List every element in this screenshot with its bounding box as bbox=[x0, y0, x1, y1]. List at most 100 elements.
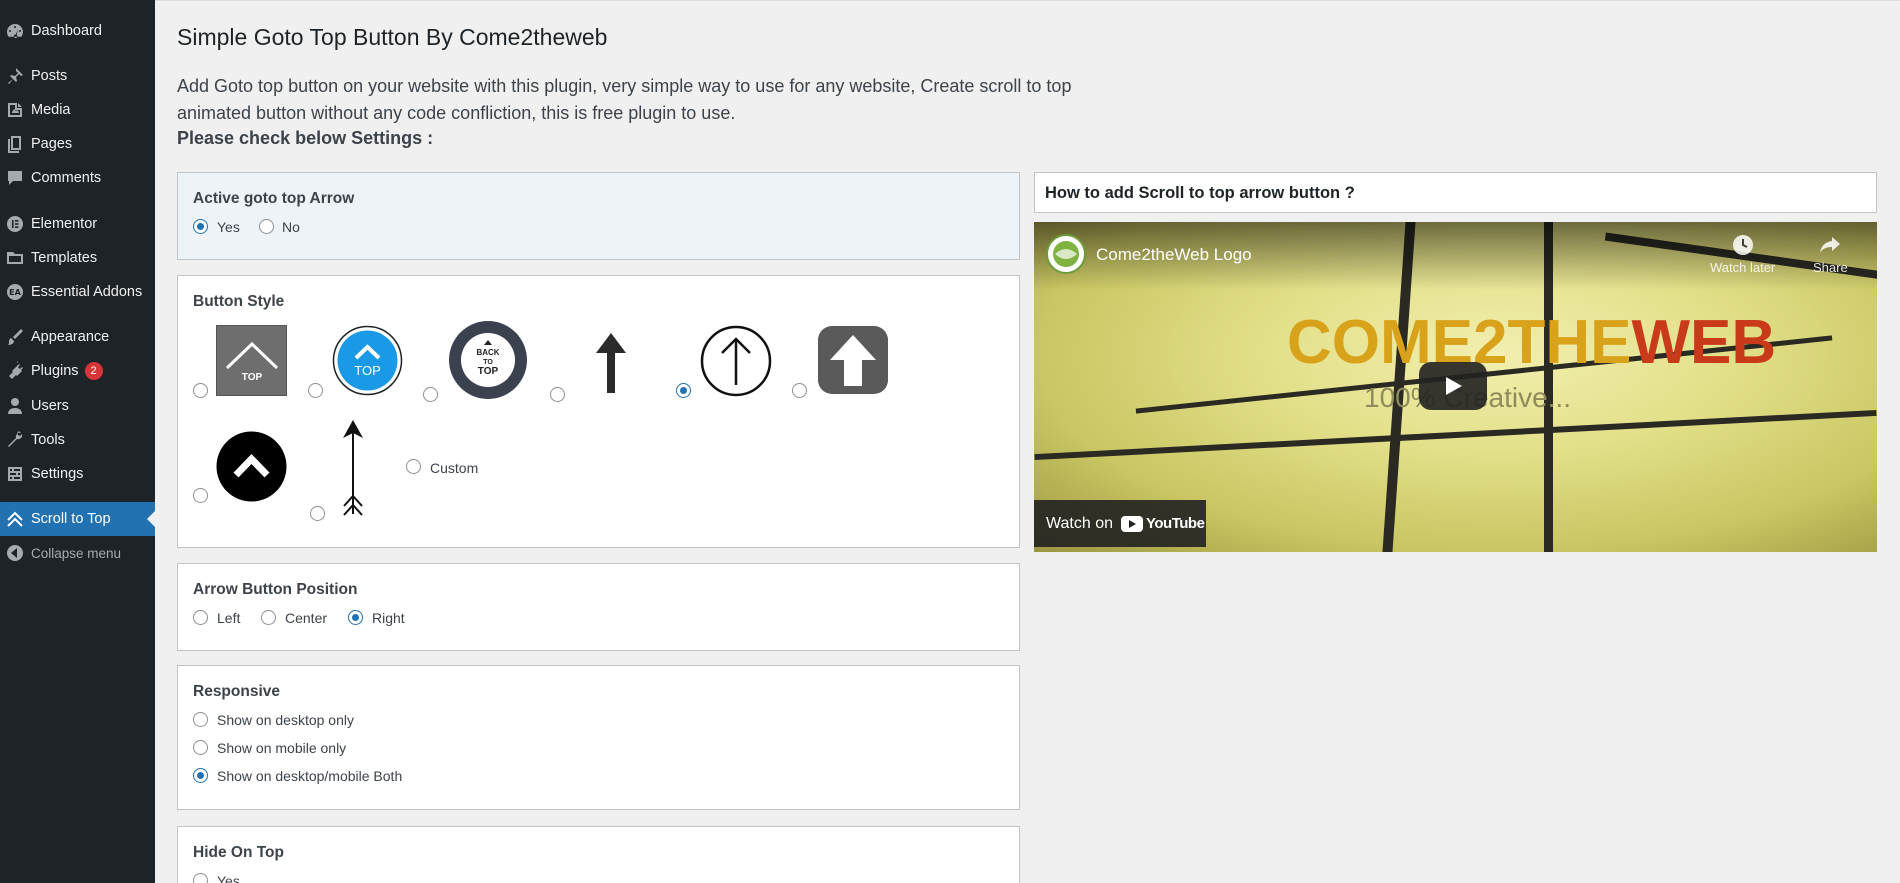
position-left-label: Left bbox=[217, 610, 241, 626]
sidebar-item-comments[interactable]: Comments bbox=[0, 161, 155, 195]
admin-sidebar: Dashboard Posts Media Pages Comments Ele… bbox=[0, 0, 155, 883]
settings-icon bbox=[0, 464, 30, 484]
style-thin-arrow-radio[interactable] bbox=[550, 387, 565, 402]
style-blue-circle-radio[interactable] bbox=[308, 383, 323, 398]
sidebar-item-label: Elementor bbox=[31, 216, 98, 232]
user-icon bbox=[0, 396, 30, 416]
sidebar-item-dashboard[interactable]: Dashboard bbox=[0, 14, 155, 48]
brand-part-2: WEB bbox=[1631, 308, 1777, 377]
responsive-both-radio[interactable] bbox=[193, 768, 208, 783]
youtube-logo-icon: YouTube bbox=[1121, 515, 1205, 532]
video-brand-text: COME2THEWEB bbox=[1287, 307, 1776, 378]
sidebar-item-plugins[interactable]: Plugins 2 bbox=[0, 354, 155, 388]
sidebar-item-tools[interactable]: Tools bbox=[0, 423, 155, 457]
sidebar-item-essential-addons[interactable]: EA Essential Addons bbox=[0, 275, 155, 309]
play-icon bbox=[1446, 377, 1462, 395]
share-button[interactable]: Share bbox=[1813, 234, 1848, 275]
settings-note: Please check below Settings : bbox=[177, 128, 434, 148]
brush-icon bbox=[0, 327, 30, 347]
gray-top-text: TOP bbox=[242, 372, 263, 383]
hide-yes-label: Yes bbox=[217, 873, 240, 883]
youtube-embed[interactable]: COME2THEWEB 100% Creative... Come2theWeb… bbox=[1034, 222, 1877, 552]
sidebar-item-label: Settings bbox=[31, 466, 84, 482]
active-no-radio[interactable] bbox=[259, 219, 274, 234]
responsive-desktop-radio[interactable] bbox=[193, 712, 208, 727]
play-button[interactable] bbox=[1419, 362, 1487, 410]
svg-text:EA: EA bbox=[9, 288, 21, 297]
blue-circle-top-icon[interactable]: TOP bbox=[332, 325, 403, 396]
collapse-icon bbox=[0, 543, 30, 563]
sidebar-item-users[interactable]: Users bbox=[0, 389, 155, 423]
sidebar-item-pages[interactable]: Pages bbox=[0, 127, 155, 161]
responsive-both-label: Show on desktop/mobile Both bbox=[217, 768, 403, 784]
blue-top-text: TOP bbox=[354, 363, 381, 378]
active-yes-radio[interactable] bbox=[193, 219, 208, 234]
video-heading-box: How to add Scroll to top arrow button ? bbox=[1034, 172, 1877, 213]
badge-text-to: TO bbox=[483, 359, 493, 366]
badge-text-back: BACK bbox=[476, 348, 499, 357]
position-center-radio[interactable] bbox=[261, 610, 276, 625]
pushpin-icon bbox=[0, 66, 30, 86]
gray-square-top-icon[interactable]: TOP bbox=[216, 325, 287, 396]
thin-arrow-icon[interactable] bbox=[591, 331, 631, 395]
hide-on-top-title: Hide On Top bbox=[193, 844, 284, 861]
video-channel-title[interactable]: Come2theWeb Logo bbox=[1096, 245, 1252, 265]
button-style-title: Button Style bbox=[193, 293, 285, 310]
sidebar-item-label: Essential Addons bbox=[31, 284, 143, 300]
long-arrow-icon[interactable] bbox=[338, 418, 368, 518]
position-right-label: Right bbox=[372, 610, 405, 626]
sidebar-item-label: Appearance bbox=[31, 329, 110, 345]
circle-arrow-icon[interactable] bbox=[700, 325, 772, 397]
share-icon bbox=[1820, 237, 1841, 253]
chevrons-up-icon bbox=[0, 509, 30, 529]
sidebar-item-label: Tools bbox=[31, 432, 65, 448]
ea-icon: EA bbox=[0, 282, 30, 302]
rounded-up-arrow-icon[interactable] bbox=[818, 326, 888, 394]
position-panel: Arrow Button Position Left Center Right bbox=[177, 563, 1020, 651]
sidebar-item-elementor[interactable]: Elementor bbox=[0, 207, 155, 241]
sidebar-item-posts[interactable]: Posts bbox=[0, 59, 155, 93]
elementor-icon bbox=[0, 214, 30, 234]
pages-icon bbox=[0, 134, 30, 154]
plug-icon bbox=[0, 361, 30, 381]
style-custom-radio[interactable] bbox=[406, 459, 421, 474]
hide-yes-radio[interactable] bbox=[193, 873, 208, 883]
video-beam bbox=[1034, 409, 1877, 461]
sidebar-item-label: Templates bbox=[31, 250, 98, 266]
watch-later-label: Watch later bbox=[1710, 260, 1776, 275]
sidebar-item-templates[interactable]: Templates bbox=[0, 241, 155, 275]
sidebar-item-label: Media bbox=[31, 102, 71, 118]
folder-icon bbox=[0, 248, 30, 268]
active-yes-label: Yes bbox=[217, 219, 240, 235]
watch-later-button[interactable]: Watch later bbox=[1710, 234, 1775, 275]
sidebar-item-settings[interactable]: Settings bbox=[0, 457, 155, 491]
channel-logo-icon[interactable] bbox=[1046, 234, 1086, 274]
sidebar-item-appearance[interactable]: Appearance bbox=[0, 320, 155, 354]
sidebar-item-media[interactable]: Media bbox=[0, 93, 155, 127]
plugins-update-badge: 2 bbox=[84, 362, 103, 380]
youtube-wordmark: YouTube bbox=[1146, 515, 1205, 532]
active-arrow-panel: Active goto top Arrow Yes No bbox=[177, 172, 1020, 260]
position-left-radio[interactable] bbox=[193, 610, 208, 625]
style-rounded-arrow-radio[interactable] bbox=[792, 383, 807, 398]
style-back-to-top-radio[interactable] bbox=[423, 387, 438, 402]
style-custom-label: Custom bbox=[430, 460, 479, 476]
page-description: Add Goto top button on your website with… bbox=[177, 76, 1072, 123]
style-long-arrow-radio[interactable] bbox=[310, 506, 325, 521]
collapse-menu-button[interactable]: Collapse menu bbox=[0, 536, 155, 570]
watch-on-youtube-button[interactable]: Watch on YouTube bbox=[1034, 500, 1206, 547]
black-circle-chevron-icon[interactable] bbox=[216, 431, 287, 502]
style-circle-arrow-radio[interactable] bbox=[676, 383, 691, 398]
sidebar-item-label: Posts bbox=[31, 68, 68, 84]
sidebar-item-label: Collapse menu bbox=[31, 545, 122, 561]
style-black-circle-radio[interactable] bbox=[193, 488, 208, 503]
sidebar-item-label: Users bbox=[31, 398, 69, 414]
share-label: Share bbox=[1813, 260, 1848, 275]
back-to-top-badge-icon[interactable]: BACK TO TOP bbox=[448, 320, 528, 400]
active-arrow-title: Active goto top Arrow bbox=[193, 190, 355, 207]
style-gray-square-radio[interactable] bbox=[193, 383, 208, 398]
responsive-mobile-radio[interactable] bbox=[193, 740, 208, 755]
sidebar-item-scroll-to-top[interactable]: Scroll to Top bbox=[0, 502, 155, 536]
position-right-radio[interactable] bbox=[348, 610, 363, 625]
watch-on-label: Watch on bbox=[1046, 514, 1113, 532]
